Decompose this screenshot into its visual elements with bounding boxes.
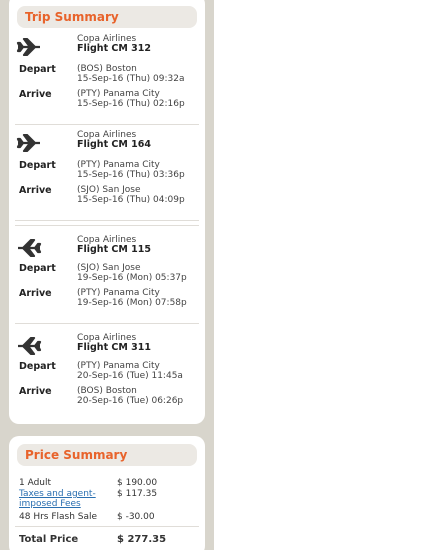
plane-returning-icon [18, 337, 42, 355]
depart-time: 19-Sep-16 (Mon) 05:37p [77, 273, 187, 283]
depart-row: Depart (PTY) Panama City 15-Sep-16 (Thu)… [9, 160, 205, 184]
price-summary-title: Price Summary [17, 444, 197, 466]
arrive-place: (PTY) Panama City [77, 89, 160, 99]
arrive-time: 15-Sep-16 (Thu) 04:09p [77, 195, 185, 205]
sidebar: Trip Summary Copa Airlines Flight CM 312… [0, 0, 214, 556]
taxes-value: $ 117.35 [117, 489, 158, 499]
segment-divider [15, 323, 199, 324]
flight-number: Flight CM 115 [77, 244, 151, 255]
depart-time: 15-Sep-16 (Thu) 09:32a [77, 74, 185, 84]
depart-label: Depart [19, 263, 56, 274]
plane-departing-icon [16, 134, 40, 152]
arrive-time: 19-Sep-16 (Mon) 07:58p [77, 298, 187, 308]
depart-place: (SJO) San Jose [77, 263, 141, 273]
depart-place: (PTY) Panama City [77, 160, 160, 170]
depart-label: Depart [19, 64, 56, 75]
arrive-time: 15-Sep-16 (Thu) 02:16p [77, 99, 185, 109]
outbound-return-divider [15, 220, 199, 226]
trip-summary-panel: Trip Summary Copa Airlines Flight CM 312… [9, 0, 205, 424]
depart-time: 20-Sep-16 (Tue) 11:45a [77, 371, 183, 381]
arrive-row: Arrive (PTY) Panama City 19-Sep-16 (Mon)… [9, 288, 205, 312]
depart-label: Depart [19, 361, 56, 372]
total-value: $ 277.35 [117, 534, 167, 545]
depart-label: Depart [19, 160, 56, 171]
arrive-place: (SJO) San Jose [77, 185, 141, 195]
total-label: Total Price [19, 534, 79, 545]
arrive-row: Arrive (BOS) Boston 20-Sep-16 (Tue) 06:2… [9, 386, 205, 410]
adult-label: 1 Adult [19, 478, 52, 488]
depart-place: (PTY) Panama City [77, 361, 160, 371]
arrive-label: Arrive [19, 89, 52, 100]
arrive-row: Arrive (PTY) Panama City 15-Sep-16 (Thu)… [9, 89, 205, 113]
arrive-label: Arrive [19, 185, 52, 196]
trip-summary-title: Trip Summary [17, 6, 197, 28]
segment-divider [15, 124, 199, 125]
arrive-label: Arrive [19, 386, 52, 397]
taxes-label-line1[interactable]: Taxes and agent- [19, 489, 96, 499]
flight-number: Flight CM 164 [77, 139, 151, 150]
depart-row: Depart (BOS) Boston 15-Sep-16 (Thu) 09:3… [9, 64, 205, 88]
arrive-place: (BOS) Boston [77, 386, 137, 396]
depart-time: 15-Sep-16 (Thu) 03:36p [77, 170, 185, 180]
total-divider [15, 526, 199, 527]
depart-row: Depart (SJO) San Jose 19-Sep-16 (Mon) 05… [9, 263, 205, 287]
depart-row: Depart (PTY) Panama City 20-Sep-16 (Tue)… [9, 361, 205, 385]
flight-number: Flight CM 312 [77, 43, 151, 54]
arrive-row: Arrive (SJO) San Jose 15-Sep-16 (Thu) 04… [9, 185, 205, 209]
flight-number: Flight CM 311 [77, 342, 151, 353]
arrive-time: 20-Sep-16 (Tue) 06:26p [77, 396, 184, 406]
plane-departing-icon [16, 38, 40, 56]
flash-sale-label: 48 Hrs Flash Sale [19, 512, 98, 522]
plane-returning-icon [18, 239, 42, 257]
arrive-label: Arrive [19, 288, 52, 299]
price-summary-panel: Price Summary 1 Adult $ 190.00 Taxes and… [9, 436, 205, 556]
flash-sale-value: $ -30.00 [117, 512, 155, 522]
adult-value: $ 190.00 [117, 478, 158, 488]
arrive-place: (PTY) Panama City [77, 288, 160, 298]
taxes-label-line2[interactable]: imposed Fees [19, 499, 96, 509]
depart-place: (BOS) Boston [77, 64, 137, 74]
taxes-fees-link[interactable]: Taxes and agent- imposed Fees [19, 489, 96, 509]
